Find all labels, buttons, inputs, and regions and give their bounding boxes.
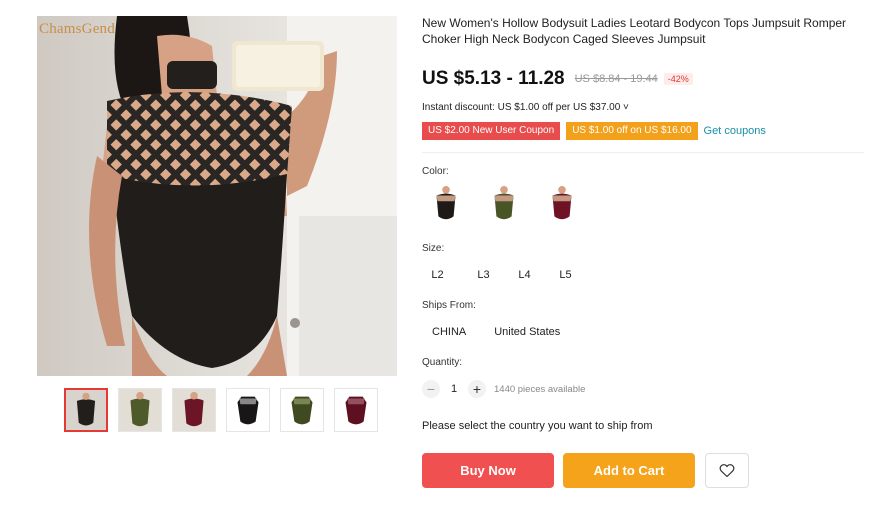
ships-from-united-states[interactable]: United States [484, 321, 570, 343]
color-swatches [426, 183, 582, 227]
thumbnail-image [173, 389, 215, 431]
get-coupons-link[interactable]: Get coupons [704, 125, 766, 137]
size-option-l2[interactable]: L2 [422, 264, 463, 286]
swatch-image [485, 184, 523, 226]
quantity-stepper: − + 1440 pieces available [422, 380, 585, 398]
swatch-image [543, 184, 581, 226]
original-price: US $8.84 - 19.44 [574, 73, 658, 85]
color-swatch-wine[interactable] [542, 183, 582, 227]
buy-now-button[interactable]: Buy Now [422, 453, 554, 488]
instant-discount[interactable]: Instant discount: US $1.00 off per US $3… [422, 102, 629, 113]
size-option-l4[interactable]: L4 [504, 264, 545, 286]
size-label: Size: [422, 243, 445, 254]
size-options: L2 L3 L4 L5 [422, 264, 586, 286]
coupon-row: US $2.00 New User Coupon US $1.00 off on… [419, 122, 766, 140]
thumbnail-strip [64, 388, 378, 432]
pieces-available: 1440 pieces available [494, 383, 586, 395]
quantity-increase-button[interactable]: + [468, 380, 486, 398]
price: US $5.13 - 11.28 [422, 68, 565, 89]
quantity-input[interactable] [440, 383, 468, 395]
heart-icon [719, 464, 735, 478]
wishlist-button[interactable] [705, 453, 749, 488]
price-row: US $5.13 - 11.28 US $8.84 - 19.44 -42% [422, 68, 693, 90]
thumbnail-image [119, 389, 161, 431]
thumbnail-image [281, 389, 323, 431]
product-photo [37, 16, 397, 376]
product-title: New Women's Hollow Bodysuit Ladies Leota… [422, 16, 847, 46]
ships-from-china[interactable]: CHINA [422, 321, 476, 343]
main-product-image[interactable]: ChamsGend [37, 16, 397, 376]
quantity-label: Quantity: [422, 357, 463, 368]
divider [422, 152, 864, 153]
thumbnail-1[interactable] [64, 388, 108, 432]
ships-from-options: CHINA United States [422, 321, 570, 343]
store-coupon[interactable]: US $1.00 off on US $16.00 [564, 122, 698, 140]
thumbnail-image [335, 389, 377, 431]
thumbnail-5[interactable] [280, 388, 324, 432]
size-option-l5[interactable]: L5 [545, 264, 586, 286]
discount-badge: -42% [663, 73, 693, 85]
thumbnail-6[interactable] [334, 388, 378, 432]
color-label: Color: [422, 166, 449, 177]
thumbnail-4[interactable] [226, 388, 270, 432]
action-buttons: Buy Now Add to Cart [422, 453, 749, 488]
new-user-coupon[interactable]: US $2.00 New User Coupon [419, 122, 561, 140]
color-swatch-black[interactable] [426, 183, 466, 227]
add-to-cart-button[interactable]: Add to Cart [563, 453, 695, 488]
shipping-message: Please select the country you want to sh… [422, 420, 653, 432]
ships-from-label: Ships From: [422, 300, 476, 311]
color-swatch-green[interactable] [484, 183, 524, 227]
swatch-image [427, 184, 465, 226]
size-option-l3[interactable]: L3 [463, 264, 504, 286]
thumbnail-2[interactable] [118, 388, 162, 432]
thumbnail-image [227, 389, 269, 431]
thumbnail-3[interactable] [172, 388, 216, 432]
brand-watermark: ChamsGend [39, 21, 115, 37]
thumbnail-image [66, 390, 106, 430]
quantity-decrease-button[interactable]: − [422, 380, 440, 398]
